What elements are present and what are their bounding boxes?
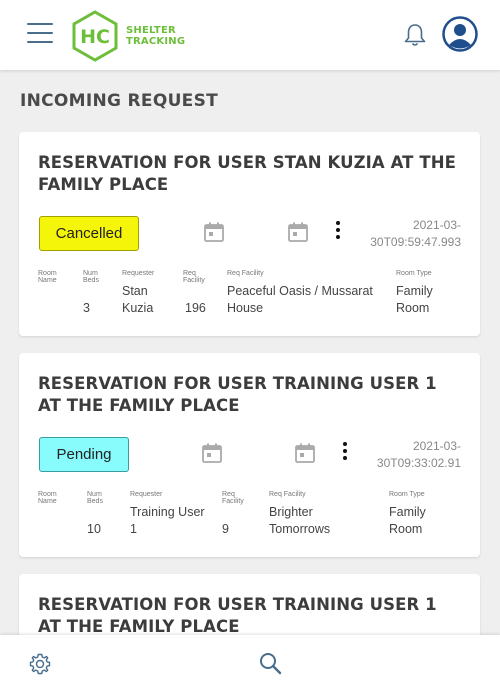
search-icon[interactable]: [258, 651, 282, 675]
timestamp-date: 2021-03-: [412, 218, 461, 232]
more-options-icon[interactable]: [333, 221, 343, 243]
label-req-facility-id: Req Facility: [183, 270, 205, 284]
label-requester: Requester: [122, 270, 155, 277]
calendar-icon[interactable]: [294, 442, 316, 464]
gear-icon[interactable]: [28, 652, 52, 676]
user-avatar-icon[interactable]: [442, 16, 478, 52]
logo-line-2: TRACKING: [126, 36, 186, 47]
value-requester: Training User 1: [130, 505, 205, 536]
logo-wordmark: SHELTER TRACKING: [126, 25, 185, 47]
label-room-name: Room Name: [38, 491, 57, 505]
value-requester: Stan Kuzia: [122, 284, 154, 315]
request-title: RESERVATION FOR USER TRAINING USER 1 AT …: [38, 595, 437, 636]
label-num-beds: Num Beds: [83, 270, 99, 284]
request-card[interactable]: RESERVATION FOR USER TRAINING USER 1 AT …: [19, 353, 480, 557]
label-room-name: Room Name: [38, 270, 57, 284]
page-title: INCOMING REQUEST: [20, 91, 219, 111]
value-req-facility-id: 196: [185, 301, 206, 315]
label-room-type: Room Type: [389, 491, 425, 498]
calendar-icon[interactable]: [201, 442, 223, 464]
request-title: RESERVATION FOR USER TRAINING USER 1 AT …: [38, 374, 437, 415]
request-timestamp: 2021-03- 30T09:33:02.91: [361, 438, 461, 472]
more-options-icon[interactable]: [340, 442, 350, 464]
status-badge-pending[interactable]: Pending: [39, 437, 129, 472]
bell-icon[interactable]: [402, 22, 428, 48]
value-num-beds: 10: [87, 522, 101, 536]
label-req-facility: Req Facility: [227, 270, 264, 277]
timestamp-time: 30T09:59:47.993: [370, 235, 461, 249]
calendar-icon[interactable]: [203, 221, 225, 243]
value-req-facility: Peaceful Oasis / Mussarat House: [227, 284, 373, 315]
label-room-type: Room Type: [396, 270, 432, 277]
value-req-facility: Brighter Tomorrows: [269, 505, 331, 536]
value-num-beds: 3: [83, 301, 90, 315]
value-room-type: Family Room: [389, 505, 426, 536]
logo-hexagon-icon: HC: [72, 10, 118, 62]
hamburger-menu-icon[interactable]: [27, 23, 53, 45]
timestamp-date: 2021-03-: [412, 439, 461, 453]
app-logo[interactable]: HC SHELTER TRACKING: [68, 9, 186, 63]
logo-line-1: SHELTER: [126, 25, 176, 36]
value-room-type: Family Room: [396, 284, 433, 315]
status-badge-cancelled[interactable]: Cancelled: [39, 216, 139, 251]
bottom-navigation: [0, 635, 500, 690]
request-timestamp: 2021-03- 30T09:59:47.993: [361, 217, 461, 251]
label-num-beds: Num Beds: [87, 491, 103, 505]
request-title: RESERVATION FOR USER STAN KUZIA AT THE F…: [38, 153, 457, 194]
label-req-facility: Req Facility: [269, 491, 306, 498]
request-card[interactable]: RESERVATION FOR USER STAN KUZIA AT THE F…: [19, 132, 480, 336]
label-requester: Requester: [130, 491, 163, 498]
calendar-icon[interactable]: [287, 221, 309, 243]
value-req-facility-id: 9: [222, 522, 229, 536]
timestamp-time: 30T09:33:02.91: [376, 456, 461, 470]
top-app-bar: HC SHELTER TRACKING: [0, 0, 500, 70]
label-req-facility-id: Req Facility: [222, 491, 244, 505]
logo-mark: HC: [80, 26, 110, 48]
